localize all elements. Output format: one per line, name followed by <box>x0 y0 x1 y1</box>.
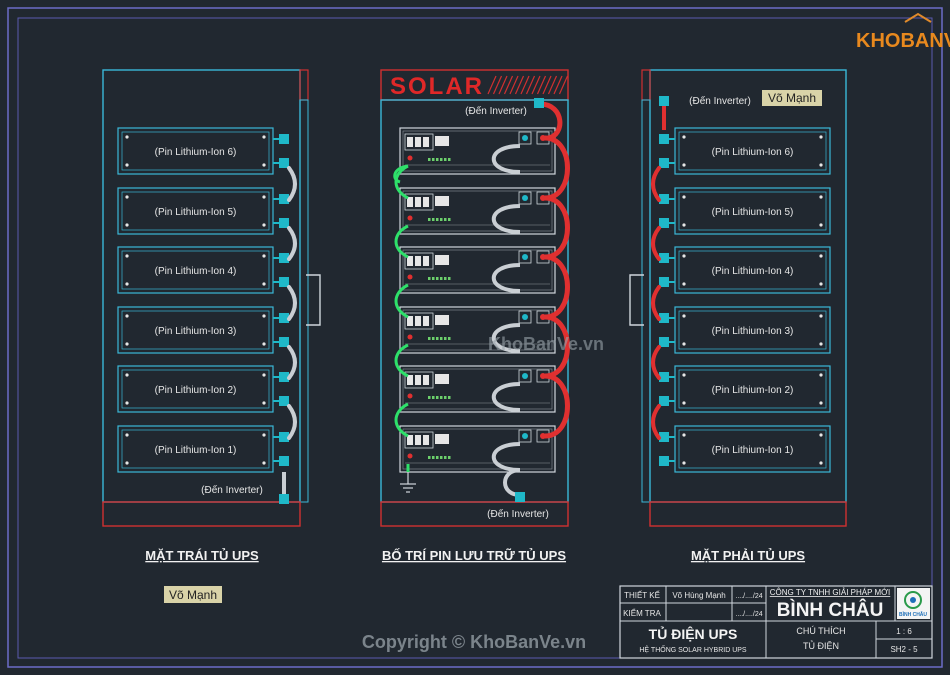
battery-label: (Pin Lithium-Ion 5) <box>155 207 237 218</box>
designer-date: ..../..../24 <box>735 593 762 600</box>
bottom-feed-terminal <box>515 492 525 502</box>
battery-label: (Pin Lithium-Ion 3) <box>155 326 237 337</box>
battery-label: (Pin Lithium-Ion 6) <box>712 147 794 158</box>
drawing-title: TỦ ĐIỆN UPS <box>649 625 738 642</box>
center-watermark: KhoBanVe.vn <box>488 334 604 354</box>
sheet-number: SH2 - 5 <box>890 645 918 654</box>
company-name: BÌNH CHÂU <box>777 599 884 621</box>
designer-name: Võ Hùng Mạnh <box>672 591 725 600</box>
battery-label: (Pin Lithium-Ion 1) <box>712 445 794 456</box>
note-label: CHÚ THÍCH <box>796 626 845 636</box>
copyright-watermark: Copyright © KhoBanVe.vn <box>362 632 586 652</box>
company-logo-text: BÌNH CHÂU <box>899 610 927 618</box>
center-panel-title: BỐ TRÍ PIN LƯU TRỮ TỦ UPS <box>382 548 566 563</box>
battery-label: (Pin Lithium-Ion 6) <box>155 147 237 158</box>
note-value: TỦ ĐIỆN <box>803 640 839 651</box>
designer-label: THIẾT KẾ <box>624 590 660 600</box>
battery-label: (Pin Lithium-Ion 5) <box>712 207 794 218</box>
center-to-inverter-bottom: (Đến Inverter) <box>487 508 549 520</box>
battery-label: (Pin Lithium-Ion 4) <box>155 266 237 277</box>
company-line: CÔNG TY TNHH GIẢI PHÁP MỚI <box>770 588 891 597</box>
battery-label: (Pin Lithium-Ion 2) <box>155 385 237 396</box>
battery-label: (Pin Lithium-Ion 4) <box>712 266 794 277</box>
solar-brand-text: SOLAR <box>390 73 484 100</box>
battery-label: (Pin Lithium-Ion 1) <box>155 445 237 456</box>
right-name-tag-text: Võ Mạnh <box>768 91 816 105</box>
top-feed-terminal <box>534 98 544 108</box>
left-name-tag-text: Võ Mạnh <box>169 588 217 602</box>
right-panel-title: MẶT PHẢI TỦ UPS <box>691 548 805 563</box>
left-name-tag: Võ Mạnh <box>164 586 222 603</box>
right-name-tag: Võ Mạnh <box>762 90 822 106</box>
scale-value: 1 : 6 <box>896 627 912 636</box>
drawing-sheet: KHOBANVE (Pin Lithium-Ion 6) (Pin Lithium… <box>0 0 950 675</box>
right-to-inverter-label: (Đến Inverter) <box>689 95 751 107</box>
battery-label: (Pin Lithium-Ion 3) <box>712 326 794 337</box>
center-to-inverter-top: (Đến Inverter) <box>465 105 527 117</box>
logo-text: KHOBANVE <box>856 30 950 52</box>
battery-label: (Pin Lithium-Ion 2) <box>712 385 794 396</box>
left-panel-title: MẶT TRÁI TỦ UPS <box>145 548 259 563</box>
checker-label: KIỂM TRA <box>623 609 661 618</box>
checker-date: ..../..../24 <box>735 611 762 618</box>
left-to-inverter-label: (Đến Inverter) <box>201 484 263 496</box>
company-logo: BÌNH CHÂU <box>897 588 930 619</box>
